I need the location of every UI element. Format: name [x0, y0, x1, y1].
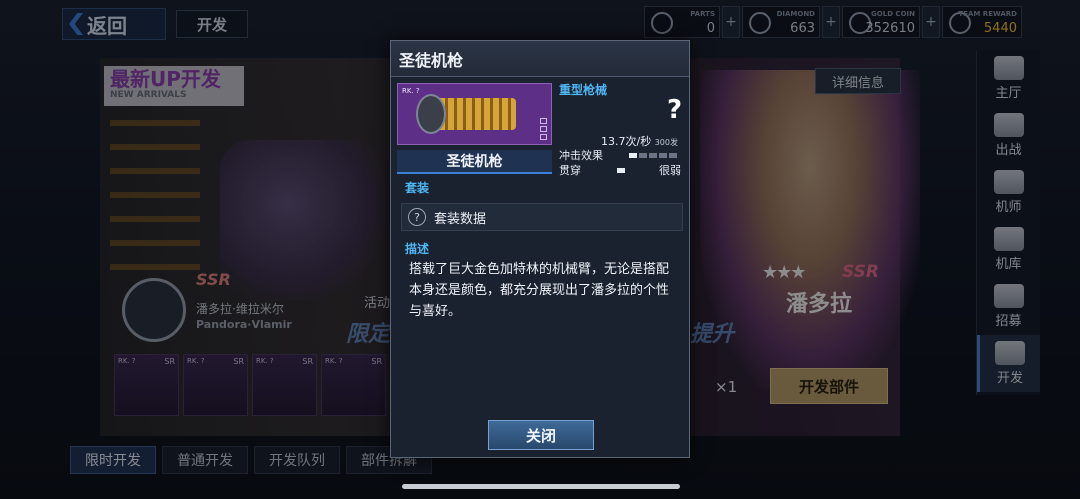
impact-bar — [629, 153, 677, 158]
weapon-level: ? — [667, 95, 683, 125]
slot-boxes-icon — [540, 118, 547, 140]
set-section-title: 套装 — [405, 181, 430, 195]
home-indicator[interactable] — [402, 484, 680, 489]
item-rank: RK. ? — [402, 87, 420, 95]
item-image: RK. ? — [397, 83, 552, 145]
pierce-label: 贯穿 — [559, 164, 581, 177]
gun-motor-icon — [416, 94, 446, 134]
pierce-value: 很弱 — [659, 164, 681, 177]
item-description: 搭载了巨大金色加特林的机械臂，无论是搭配本身还是颜色，都充分展现出了潘多拉的个性… — [409, 262, 670, 319]
ammo-count: 300发 — [654, 138, 678, 147]
weapon-type: 重型枪械 — [559, 83, 608, 97]
fire-rate: 13.7次/秒 300发 — [601, 133, 678, 149]
fire-rate-value: 13.7次/秒 — [601, 135, 652, 148]
set-data-row[interactable]: ? 套装数据 — [401, 203, 683, 231]
modal-title: 圣徒机枪 — [391, 41, 689, 77]
item-name: 圣徒机枪 — [397, 150, 552, 174]
impact-label: 冲击效果 — [559, 149, 603, 162]
set-data-label: 套装数据 — [434, 211, 487, 227]
question-icon: ? — [408, 208, 426, 226]
desc-section-title: 描述 — [405, 242, 430, 256]
close-button[interactable]: 关闭 — [488, 420, 594, 450]
pierce-bar — [617, 168, 625, 173]
item-detail-modal: 圣徒机枪 RK. ? 圣徒机枪 重型枪械 ? 13.7次/秒 300发 冲击效果… — [390, 40, 690, 458]
